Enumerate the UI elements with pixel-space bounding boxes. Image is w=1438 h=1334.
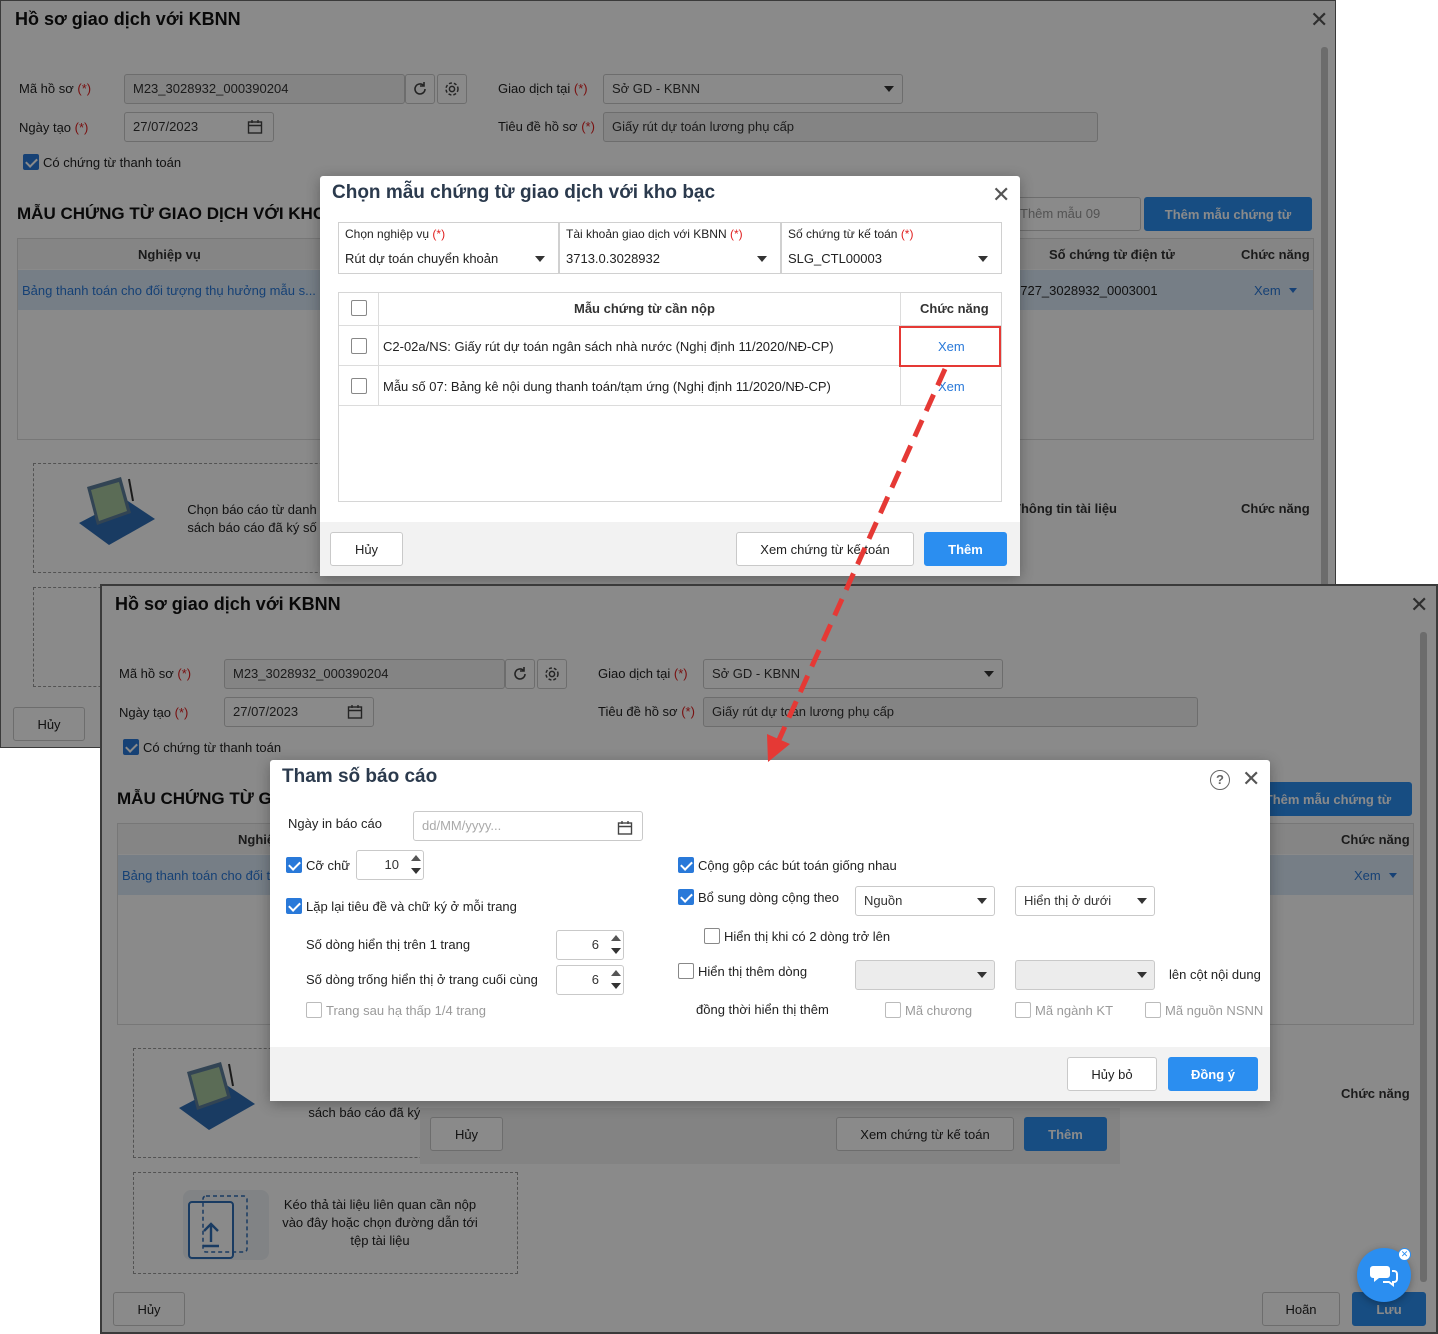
ma-chuong-label: Mã chương — [905, 1003, 973, 1018]
select-all-checkbox[interactable] — [351, 300, 367, 316]
row-checkbox[interactable] — [351, 378, 367, 394]
nghiep-vu-value: Rút dự toán chuyển khoản — [345, 251, 499, 266]
close-icon[interactable]: ✕ — [992, 184, 1010, 206]
huy-button[interactable]: Hủy — [330, 532, 403, 566]
ma-nganh-label: Mã ngành KT — [1035, 1003, 1114, 1018]
len-cot-label: lên cột nội dung — [1169, 967, 1261, 982]
bo-sung-select[interactable]: Nguồn — [855, 886, 995, 916]
chevron-down-icon — [535, 256, 545, 262]
cong-gop-checkbox[interactable] — [678, 857, 694, 873]
mau-table — [338, 292, 1002, 502]
row-checkbox[interactable] — [351, 338, 367, 354]
ma-nganh-checkbox[interactable] — [1015, 1002, 1031, 1018]
ma-chuong-checkbox[interactable] — [885, 1002, 901, 1018]
chevron-down-icon — [978, 256, 988, 262]
chat-icon — [1370, 1266, 1398, 1287]
bo-sung-checkbox[interactable] — [678, 889, 694, 905]
filter-box-nghiep-vu[interactable]: Chọn nghiệp vụ (*) Rút dự toán chuyển kh… — [338, 222, 559, 274]
ngay-in-label: Ngày in báo cáo — [288, 816, 382, 831]
filter-box-so-chung-tu[interactable]: Số chứng từ kế toán (*) SLG_CTL00003 — [781, 222, 1002, 274]
chevron-down-icon — [1137, 898, 1147, 904]
stepper-up-icon[interactable] — [411, 855, 421, 861]
chon-mau-modal: Chọn mẫu chứng từ giao dịch với kho bạc … — [320, 176, 1020, 576]
hien-thi-them-checkbox[interactable] — [678, 963, 694, 979]
trang-sau-checkbox[interactable] — [306, 1002, 322, 1018]
dong-y-button[interactable]: Đồng ý — [1168, 1057, 1258, 1091]
col-chuc-nang: Chức năng — [920, 301, 989, 316]
nghiep-vu-label: Chọn nghiệp vụ (*) — [345, 227, 446, 241]
huy-bo-button[interactable]: Hủy bỏ — [1067, 1057, 1157, 1091]
stepper-up-icon[interactable] — [611, 935, 621, 941]
hien-thi-khi-label: Hiển thị khi có 2 dòng trở lên — [724, 929, 891, 944]
chat-close-icon[interactable]: ✕ — [1398, 1248, 1411, 1261]
stepper-down-icon[interactable] — [411, 868, 421, 874]
calendar-icon[interactable] — [617, 820, 633, 836]
ma-nguon-label: Mã nguồn NSNN — [1165, 1003, 1264, 1018]
stepper-down-icon[interactable] — [611, 983, 621, 989]
hien-thi-select[interactable]: Hiển thị ở dưới — [1015, 886, 1155, 916]
highlight-box — [899, 326, 1001, 367]
so-chung-tu-label: Số chứng từ kế toán (*) — [788, 227, 914, 241]
help-icon[interactable]: ? — [1210, 770, 1230, 790]
trang-sau-label: Trang sau hạ thấp 1/4 trang — [326, 1003, 486, 1018]
tai-khoan-label: Tài khoản giao dịch với KBNN (*) — [566, 227, 743, 241]
tham-so-modal: Tham số báo cáo ? ✕ Ngày in báo cáo dd/M… — [270, 760, 1270, 1101]
chevron-down-icon — [1137, 972, 1147, 978]
hien-thi-khi-checkbox[interactable] — [704, 928, 720, 944]
chevron-down-icon — [977, 898, 987, 904]
ma-nguon-checkbox[interactable] — [1145, 1002, 1161, 1018]
table-row: Mẫu số 07: Bảng kê nội dung thanh toán/t… — [383, 379, 831, 394]
so-dong-label: Số dòng hiển thị trên 1 trang — [306, 937, 471, 952]
tai-khoan-value: 3713.0.3028932 — [566, 251, 660, 266]
chevron-down-icon — [757, 256, 767, 262]
xem-chung-tu-ke-toan-button[interactable]: Xem chứng từ kế toán — [736, 532, 914, 566]
them-button[interactable]: Thêm — [924, 532, 1007, 566]
hien-thi-them-label: Hiển thị thêm dòng — [698, 964, 808, 979]
hien-thi-them-select-2[interactable] — [1015, 960, 1155, 990]
cong-gop-label: Cộng gộp các bút toán giống nhau — [698, 858, 897, 873]
stepper-down-icon[interactable] — [611, 948, 621, 954]
chevron-down-icon — [977, 972, 987, 978]
dong-thoi-label: đồng thời hiển thị thêm — [696, 1002, 829, 1017]
lap-lai-label: Lặp lại tiêu đề và chữ ký ở mỗi trang — [306, 899, 517, 914]
so-chung-tu-value: SLG_CTL00003 — [788, 251, 882, 266]
hien-thi-them-select-1[interactable] — [855, 960, 995, 990]
row-xem-link[interactable]: Xem — [938, 379, 965, 394]
col-mau-chung-tu: Mẫu chứng từ cần nộp — [574, 301, 715, 316]
filter-box-tai-khoan[interactable]: Tài khoản giao dịch với KBNN (*) 3713.0.… — [559, 222, 781, 274]
so-dong-trong-label: Số dòng trống hiển thị ở trang cuối cùng — [306, 972, 538, 987]
bo-sung-label: Bổ sung dòng cộng theo — [698, 890, 839, 905]
stepper-up-icon[interactable] — [611, 970, 621, 976]
modal-title: Tham số báo cáo — [282, 766, 438, 787]
modal-footer — [320, 522, 1020, 576]
ngay-in-field[interactable]: dd/MM/yyyy... — [413, 811, 643, 841]
close-icon[interactable]: ✕ — [1242, 768, 1260, 790]
lap-lai-checkbox[interactable] — [286, 898, 302, 914]
modal-title: Chọn mẫu chứng từ giao dịch với kho bạc — [332, 182, 716, 203]
co-chu-label: Cỡ chữ — [306, 858, 350, 873]
co-chu-checkbox[interactable] — [286, 857, 302, 873]
table-row: C2-02a/NS: Giấy rút dự toán ngân sách nh… — [383, 339, 834, 354]
